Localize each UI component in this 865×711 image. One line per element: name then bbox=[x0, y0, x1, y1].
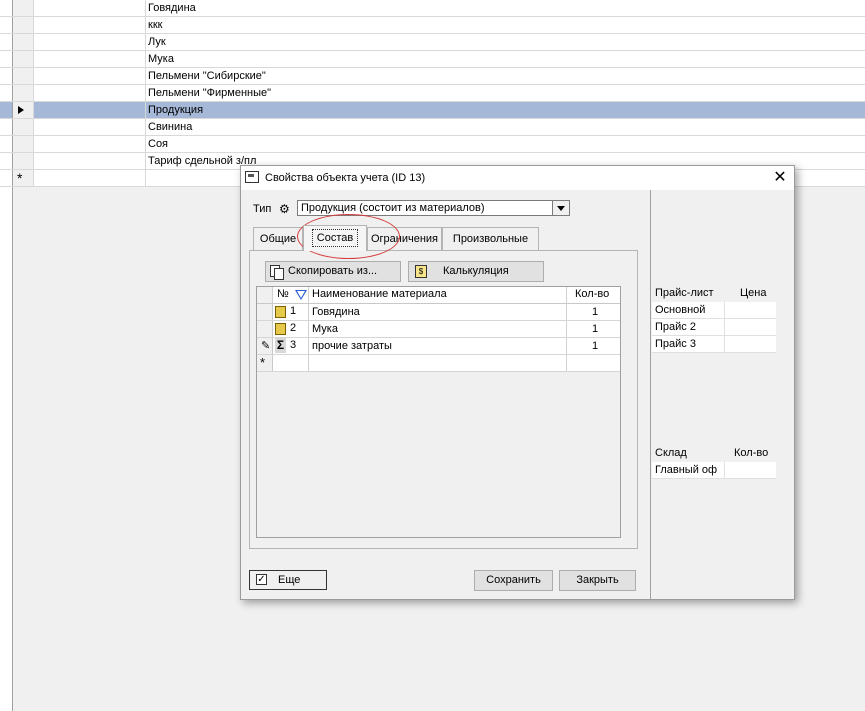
current-row-arrow-icon bbox=[18, 106, 24, 114]
tab-custom[interactable]: Произвольные bbox=[442, 227, 539, 251]
row-indicator bbox=[12, 34, 34, 50]
dialog-side-panel: Прайс-лист Цена Основной Прайс 2 Прайс 3… bbox=[650, 190, 794, 599]
tab-general[interactable]: Общие bbox=[253, 227, 303, 251]
more-checkbox[interactable]: ✓ Еще bbox=[249, 570, 327, 590]
column-header-qty[interactable]: Кол-во bbox=[567, 287, 620, 303]
sum-icon: Σ bbox=[275, 338, 286, 353]
checkbox-checked-icon[interactable]: ✓ bbox=[256, 574, 267, 585]
price-header: Цена bbox=[740, 287, 767, 299]
list-row[interactable]: Пельмени "Сибирские" bbox=[0, 68, 865, 85]
stock-qty-header: Кол-во bbox=[734, 447, 769, 459]
tab-label: Произвольные bbox=[452, 233, 529, 245]
dialog-titlebar[interactable]: Свойства объекта учета (ID 13) ✕ bbox=[241, 166, 794, 190]
object-properties-dialog: Свойства объекта учета (ID 13) ✕ Тип ⚙ П… bbox=[240, 165, 795, 600]
price-list-header: Прайс-лист bbox=[655, 287, 714, 299]
list-row-text: ккк bbox=[148, 19, 163, 31]
gears-icon: ⚙ bbox=[279, 202, 290, 216]
close-button[interactable]: Закрыть bbox=[559, 570, 636, 591]
dialog-main-panel: Тип ⚙ Продукция (состоит из материалов) … bbox=[241, 190, 650, 599]
price-row[interactable]: Прайс 3 bbox=[652, 336, 776, 353]
list-row-text: Свинина bbox=[148, 121, 193, 133]
list-row-text: Лук bbox=[148, 36, 166, 48]
price-table-header: Прайс-лист Цена bbox=[652, 284, 776, 302]
row-indicator bbox=[12, 85, 34, 101]
list-row-text: Продукция bbox=[148, 104, 204, 116]
warehouse-header: Склад bbox=[655, 447, 687, 459]
dialog-title: Свойства объекта учета (ID 13) bbox=[265, 172, 426, 184]
material-name[interactable]: Мука bbox=[309, 321, 567, 337]
tab-label: Ограничения bbox=[370, 233, 439, 245]
row-indicator bbox=[12, 119, 34, 135]
stock-table: Склад Кол-во Главный оф bbox=[652, 444, 776, 479]
type-label: Тип bbox=[253, 203, 272, 215]
type-select[interactable]: Продукция (состоит из материалов) bbox=[297, 200, 570, 216]
calculation-icon: $ bbox=[415, 265, 427, 278]
new-row-marker: * bbox=[260, 355, 266, 370]
chevron-down-icon[interactable] bbox=[552, 201, 569, 215]
material-row[interactable]: 1 Говядина 1 bbox=[257, 304, 620, 321]
price-list-table: Прайс-лист Цена Основной Прайс 2 Прайс 3 bbox=[652, 284, 776, 353]
price-row[interactable]: Основной bbox=[652, 302, 776, 319]
list-row-text: Соя bbox=[148, 138, 169, 150]
list-row[interactable]: Мука bbox=[0, 51, 865, 68]
copy-icon bbox=[270, 265, 284, 280]
pencil-icon: ✎ bbox=[261, 340, 271, 352]
filter-icon[interactable] bbox=[295, 290, 307, 300]
close-icon[interactable]: ✕ bbox=[771, 170, 789, 186]
material-qty[interactable]: 1 bbox=[567, 338, 620, 354]
list-row[interactable]: Свинина bbox=[0, 119, 865, 136]
materials-grid-header: № Наименование материала Кол-во bbox=[257, 287, 620, 304]
new-row-marker: * bbox=[17, 170, 23, 186]
stock-table-header: Склад Кол-во bbox=[652, 444, 776, 462]
row-indicator bbox=[12, 102, 34, 118]
row-indicator bbox=[12, 0, 34, 16]
list-row-selected[interactable]: Продукция bbox=[0, 102, 865, 119]
save-button[interactable]: Сохранить bbox=[474, 570, 553, 591]
material-new-row[interactable]: * bbox=[257, 355, 620, 372]
material-row-editing[interactable]: ✎ Σ3 прочие затраты 1 bbox=[257, 338, 620, 355]
material-row[interactable]: 2 Мука 1 bbox=[257, 321, 620, 338]
material-name[interactable]: прочие затраты bbox=[309, 338, 567, 354]
material-num: 3 bbox=[290, 339, 297, 351]
material-name[interactable]: Говядина bbox=[309, 304, 567, 320]
materials-grid: № Наименование материала Кол-во 1 Говяди… bbox=[256, 286, 621, 538]
list-row[interactable]: Пельмени "Фирменные" bbox=[0, 85, 865, 102]
properties-window-icon bbox=[245, 171, 259, 183]
material-qty[interactable]: 1 bbox=[567, 304, 620, 320]
tab-composition[interactable]: Состав bbox=[303, 225, 367, 251]
copy-from-button[interactable]: Скопировать из... bbox=[265, 261, 401, 282]
price-row[interactable]: Прайс 2 bbox=[652, 319, 776, 336]
list-row[interactable]: Соя bbox=[0, 136, 865, 153]
column-header-name[interactable]: Наименование материала bbox=[309, 287, 567, 303]
row-indicator bbox=[12, 68, 34, 84]
material-icon bbox=[275, 323, 286, 335]
list-row[interactable]: Лук bbox=[0, 34, 865, 51]
copy-from-label: Скопировать из... bbox=[288, 265, 378, 277]
material-icon bbox=[275, 306, 286, 318]
list-row-text: Говядина bbox=[148, 2, 196, 14]
material-qty[interactable]: 1 bbox=[567, 321, 620, 337]
row-indicator: * bbox=[12, 170, 34, 186]
type-select-value: Продукция (состоит из материалов) bbox=[301, 202, 485, 214]
tab-restrictions[interactable]: Ограничения bbox=[367, 227, 442, 251]
column-header-num[interactable]: № bbox=[273, 287, 309, 303]
row-indicator bbox=[12, 17, 34, 33]
list-row-text: Мука bbox=[148, 53, 174, 65]
list-row[interactable]: Говядина bbox=[0, 0, 865, 17]
row-indicator bbox=[12, 136, 34, 152]
row-indicator bbox=[12, 51, 34, 67]
material-num: 1 bbox=[290, 305, 297, 317]
tab-label: Общие bbox=[259, 233, 297, 245]
row-indicator bbox=[12, 153, 34, 169]
tab-label: Состав bbox=[311, 229, 359, 247]
calculation-label: Калькуляция bbox=[443, 265, 509, 277]
more-checkbox-label: Еще bbox=[278, 574, 301, 586]
calculation-button[interactable]: $ Калькуляция bbox=[408, 261, 544, 282]
list-row-text: Пельмени "Сибирские" bbox=[148, 70, 266, 82]
list-row-text: Пельмени "Фирменные" bbox=[148, 87, 272, 99]
list-row[interactable]: ккк bbox=[0, 17, 865, 34]
stock-row[interactable]: Главный оф bbox=[652, 462, 776, 479]
material-num: 2 bbox=[290, 322, 297, 334]
